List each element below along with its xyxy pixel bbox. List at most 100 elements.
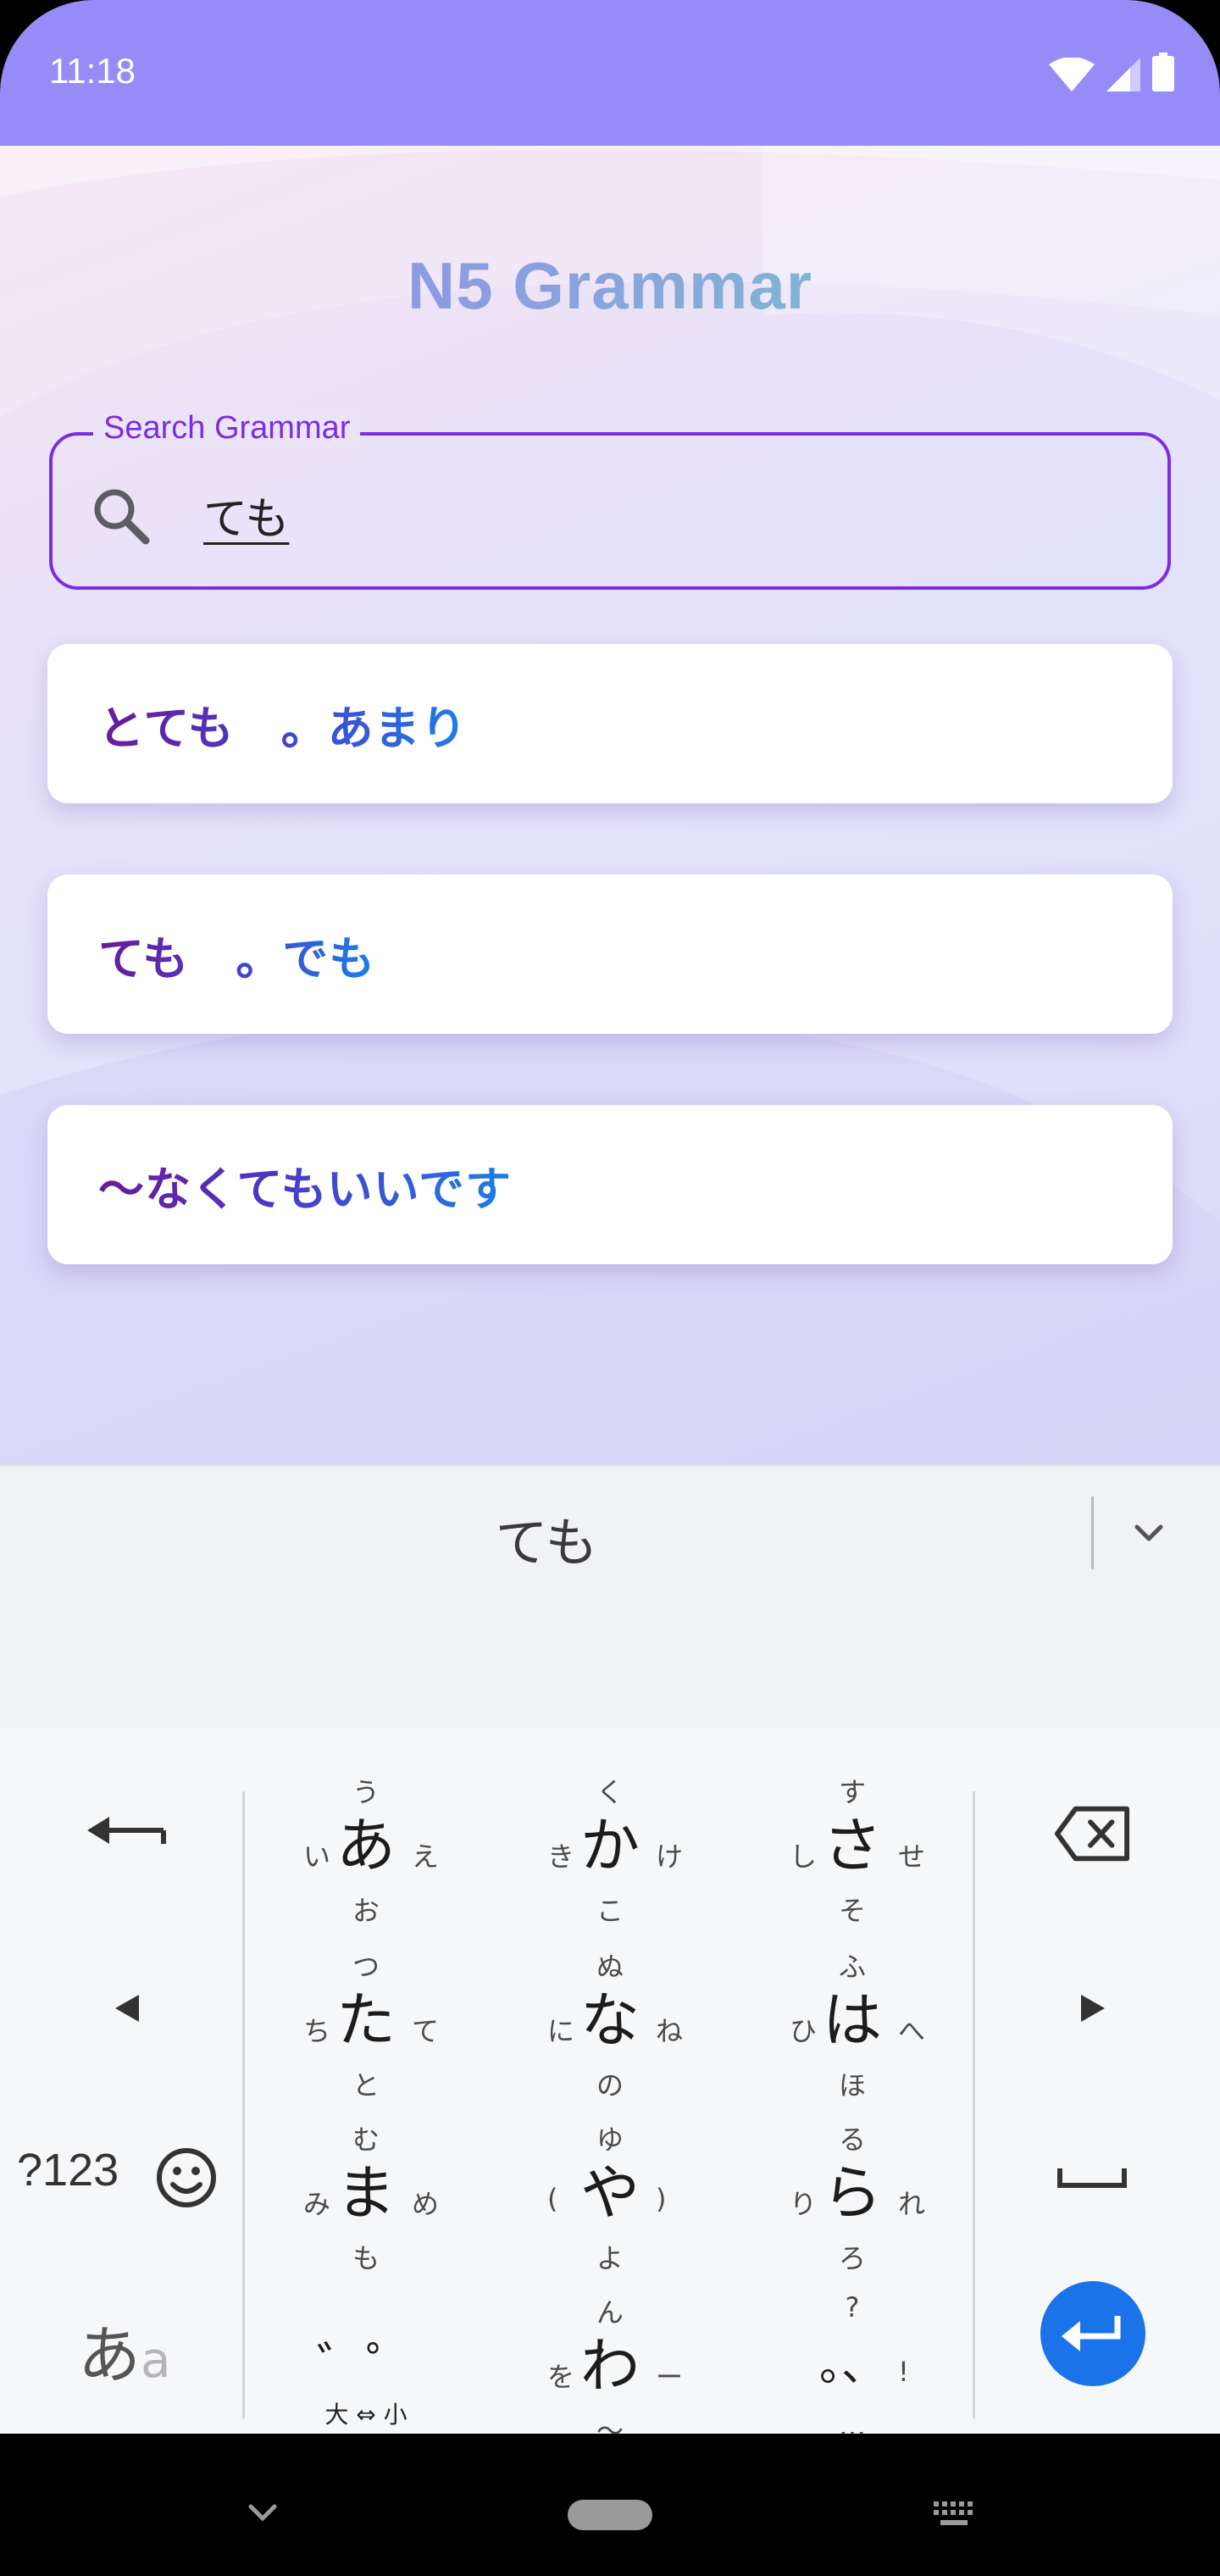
undo-key[interactable] [81,1805,175,1856]
kana-main: ゛゜ [316,2337,415,2395]
kana-right: ー [656,2361,684,2393]
backspace-key[interactable] [1054,1803,1130,1864]
kana-up: ぬ [596,1951,624,1983]
punctuation-key[interactable]: ? 。、 ! … [734,2283,971,2456]
suggestion-candidate[interactable]: ても [0,1500,1093,1576]
enter-arrow-icon [1062,2316,1121,2351]
kana-right: て [412,2015,440,2047]
space-icon [1057,2168,1127,2188]
page-title: N5 Grammar [0,247,1220,325]
app-screen: N5 Grammar Search Grammar ても とても 。あまり ても… [0,146,1220,1464]
cursor-right-key[interactable] [1068,1983,1118,2034]
result-title: 〜なくてもいいです [98,1152,512,1219]
kana-right: け [656,1840,684,1873]
kana-key[interactable]: す し さ せ そ [734,1763,971,1935]
search-label: Search Grammar [93,410,361,447]
kana-main: な [580,1985,640,2055]
search-field[interactable]: Search Grammar ても [49,410,1171,590]
kana-down: ろ [838,2242,866,2274]
divider [242,1791,245,2418]
kana-key[interactable]: ふ ひ は へ ほ [734,1937,971,2110]
kana-up: ゆ [596,2124,624,2156]
kana-down: 大 ⇔ 小 [324,2401,408,2429]
kana-down: こ [596,1895,624,1927]
kana-key[interactable]: く き か け こ [491,1763,729,1935]
emoji-icon [157,2148,216,2207]
kana-key[interactable]: む み ま め も [247,2110,485,2283]
kana-up: く [596,1776,624,1808]
signal-icon [1106,58,1140,92]
back-chevron-icon[interactable] [246,2501,280,2525]
caret-left-icon [115,1995,139,2022]
kana-down: と [352,2069,380,2101]
kana-up: む [352,2124,380,2156]
kana-down: よ [596,2242,624,2274]
divider [1091,1496,1094,1569]
status-bar: 11:18 [0,0,1220,146]
kana-right: へ [898,2015,926,2047]
kana-main: あ [336,1811,396,1880]
kana-up: ふ [838,1951,866,1983]
phone-screen: 11:18 N5 Grammar Search Grammar ても とても 。… [0,0,1220,2576]
navigation-bar [0,2434,1220,2576]
search-input[interactable]: ても [203,483,289,547]
symbols-key[interactable]: ?123 [17,2144,119,2196]
emoji-key[interactable] [152,2144,220,2212]
result-card[interactable]: ても 。でも [47,874,1173,1034]
keyboard-switch-icon[interactable] [932,2500,979,2530]
kana-main: か [580,1811,640,1880]
status-time: 11:18 [49,51,136,91]
kana-right: ) [656,2183,667,2215]
battery-icon [1152,53,1174,92]
enter-key[interactable] [1040,2281,1145,2386]
dakuten-key[interactable]: ゛゜ 大 ⇔ 小 [247,2283,485,2456]
kana-main: ら [823,2158,882,2228]
status-icons [1049,53,1174,92]
kana-right: せ [898,1840,926,1873]
kana-main: ま [336,2158,396,2228]
result-title: ても 。でも [98,921,375,988]
kana-key[interactable]: う い あ え お [247,1763,485,1935]
kana-key[interactable]: ゆ ( や ) よ [491,2110,729,2283]
kana-main: わ [580,2331,640,2401]
chevron-down-icon[interactable] [1130,1515,1167,1552]
kana-up: ん [596,2296,624,2329]
kana-up: つ [352,1951,380,1983]
kana-key[interactable]: る り ら れ ろ [734,2110,971,2283]
kana-key[interactable]: ん を わ ー 〜 [491,2283,729,2456]
space-key[interactable] [1054,2161,1130,2195]
cursor-left-key[interactable] [102,1983,152,2034]
caret-right-icon [1081,1995,1105,2022]
kana-right: め [412,2188,440,2220]
kana-main: さ [823,1811,882,1880]
result-title: とても 。あまり [98,691,468,758]
kana-main: 。、 [818,2340,885,2391]
divider [973,1791,975,2418]
input-mode-key[interactable]: あa [78,2305,171,2396]
wifi-icon [1049,58,1095,92]
result-card[interactable]: 〜なくてもいいです [47,1105,1173,1264]
kana-down: の [596,2069,624,2101]
kana-main: や [580,2158,640,2228]
home-pill[interactable] [568,2500,652,2530]
kana-right: え [412,1840,440,1873]
kana-right: ね [656,2015,684,2047]
kana-main: は [823,1985,882,2055]
kana-up: う [352,1776,380,1808]
kana-down: も [352,2242,380,2274]
kana-down: そ [838,1895,866,1927]
kana-up: ? [845,2291,860,2323]
suggestion-strip: ても [0,1464,1220,1729]
result-card[interactable]: とても 。あまり [47,644,1173,803]
kana-right: ! [898,2356,909,2388]
kana-main: た [336,1985,396,2055]
search-icon [94,489,150,545]
mode-kana-label: あ [78,2319,141,2392]
backspace-icon [1054,1806,1130,1862]
kana-key[interactable]: ぬ に な ね の [491,1937,729,2110]
kana-right: れ [898,2188,926,2220]
kana-up: る [838,2124,866,2156]
undo-arrow-icon [87,1817,166,1844]
kana-key[interactable]: つ ち た て と [247,1937,485,2110]
kana-down: お [352,1895,380,1927]
